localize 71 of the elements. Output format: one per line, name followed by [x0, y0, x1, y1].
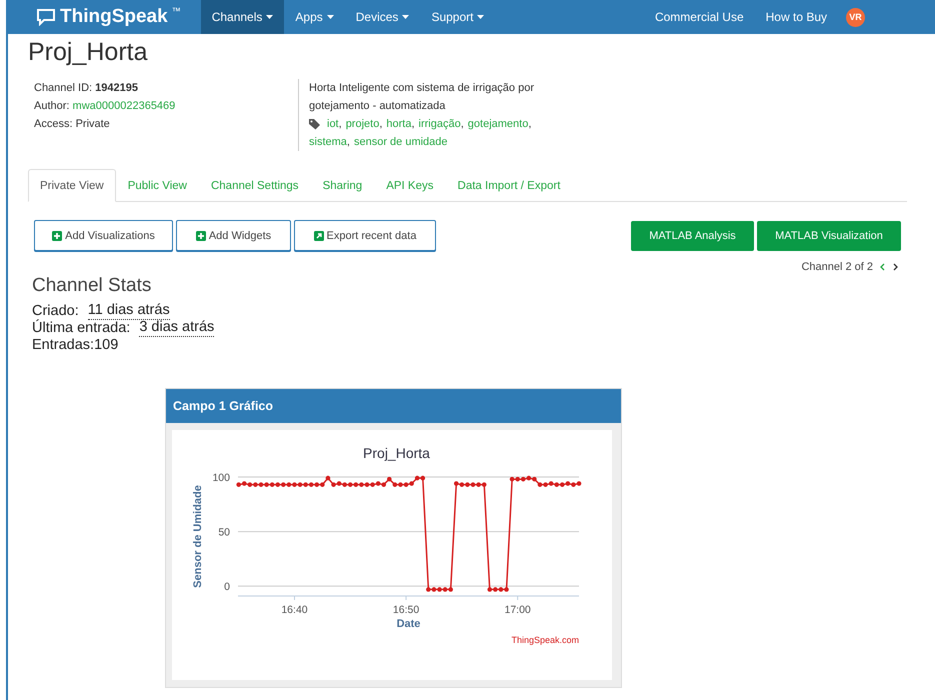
export-icon: [314, 230, 324, 240]
tag-link[interactable]: sensor de umidade: [354, 133, 448, 151]
tag-separator: ,: [411, 117, 415, 132]
previous-chevron-icon[interactable]: [879, 263, 886, 271]
tag-link[interactable]: irrigação: [418, 115, 461, 133]
tag-link[interactable]: iot: [327, 115, 339, 133]
logo-text: ThingSpeak: [60, 6, 168, 28]
author-link[interactable]: mwa0000022365469: [72, 100, 176, 112]
access-line: Access: Private: [34, 117, 111, 132]
nav-link[interactable]: How to Buy: [754, 0, 838, 34]
caret-icon: [477, 15, 484, 19]
y-axis-title: Sensor de Umidade: [192, 485, 204, 588]
action-button[interactable]: Export recent data: [294, 220, 436, 251]
nav-menu[interactable]: Channels: [200, 0, 284, 34]
stat-label: Última entrada:: [32, 320, 130, 337]
x-tick-label: 16:40: [281, 604, 308, 616]
caret-icon: [402, 15, 410, 19]
chart-title: Proj_Horta: [363, 445, 430, 461]
user-avatar[interactable]: VR: [846, 8, 865, 26]
nav-menu[interactable]: Apps: [284, 0, 345, 34]
x-tick-label: 16:50: [392, 604, 420, 616]
stat-time: 3 dias atrás: [139, 320, 214, 337]
tag-link[interactable]: horta: [386, 115, 412, 133]
stat-label: Criado:: [32, 303, 79, 319]
channel-description: Horta Inteligente com sistema de irrigação por gotejamento - automatizada: [309, 81, 535, 114]
tags-icon: [309, 118, 322, 130]
stat-value: 109: [94, 337, 118, 354]
tab[interactable]: Sharing: [310, 169, 374, 202]
channel-pager: Channel 2 of 2: [801, 261, 873, 273]
action-button[interactable]: Add Widgets: [176, 220, 291, 251]
stats-heading: Channel Stats: [32, 275, 152, 297]
next-chevron-icon[interactable]: [892, 263, 899, 271]
x-axis-title: Date: [396, 618, 420, 630]
y-tick-label: 50: [218, 526, 230, 539]
y-tick-label: 100: [212, 472, 230, 484]
nav-menu[interactable]: Devices: [344, 0, 420, 34]
author-line: Author: mwa0000022365469: [34, 99, 176, 114]
tab[interactable]: Data Import / Export: [446, 169, 572, 202]
tab[interactable]: Channel Settings: [198, 169, 311, 202]
tab[interactable]: API Keys: [374, 169, 446, 202]
tag-separator: ,: [528, 117, 532, 132]
nav-menu[interactable]: Support: [420, 0, 496, 34]
data-point: [326, 476, 330, 480]
action-button[interactable]: Add Visualizations: [34, 220, 173, 251]
tag-separator: ,: [338, 117, 342, 132]
tag-link[interactable]: sistema: [309, 133, 347, 151]
thingspeak-logo[interactable]: ThingSpeak $^{™}$: [36, 0, 181, 34]
x-tick-label: 17:00: [504, 604, 531, 616]
matlab-button[interactable]: MATLAB Visualization: [757, 220, 901, 250]
tab[interactable]: Public View: [116, 169, 199, 202]
caret-icon: [326, 15, 334, 19]
tag-separator: ,: [379, 117, 382, 132]
speech-bubble-icon: [36, 8, 56, 26]
tag-separator: ,: [460, 117, 464, 132]
plus-icon: [52, 230, 62, 240]
tag-separator: ,: [346, 135, 350, 150]
stat-time: 11 dias atrás: [88, 303, 170, 320]
card-header: Campo 1 Gráfico: [166, 389, 621, 423]
nav-link[interactable]: Commercial Use: [644, 0, 755, 34]
channel-id: Channel ID: 1942195: [34, 81, 139, 96]
tag-link[interactable]: projeto: [346, 115, 380, 133]
trademark: ™: [172, 6, 181, 16]
credit-link[interactable]: ThingSpeak.com: [511, 635, 579, 645]
stat-label: Entradas:: [32, 337, 94, 354]
tag-link[interactable]: gotejamento: [468, 115, 528, 133]
plus-icon: [196, 230, 206, 240]
y-tick-label: 0: [224, 581, 230, 594]
tab[interactable]: Private View: [28, 169, 116, 202]
channel-title: Proj_Horta: [28, 38, 148, 67]
matlab-button[interactable]: MATLAB Analysis: [631, 220, 754, 250]
caret-icon: [266, 15, 274, 19]
